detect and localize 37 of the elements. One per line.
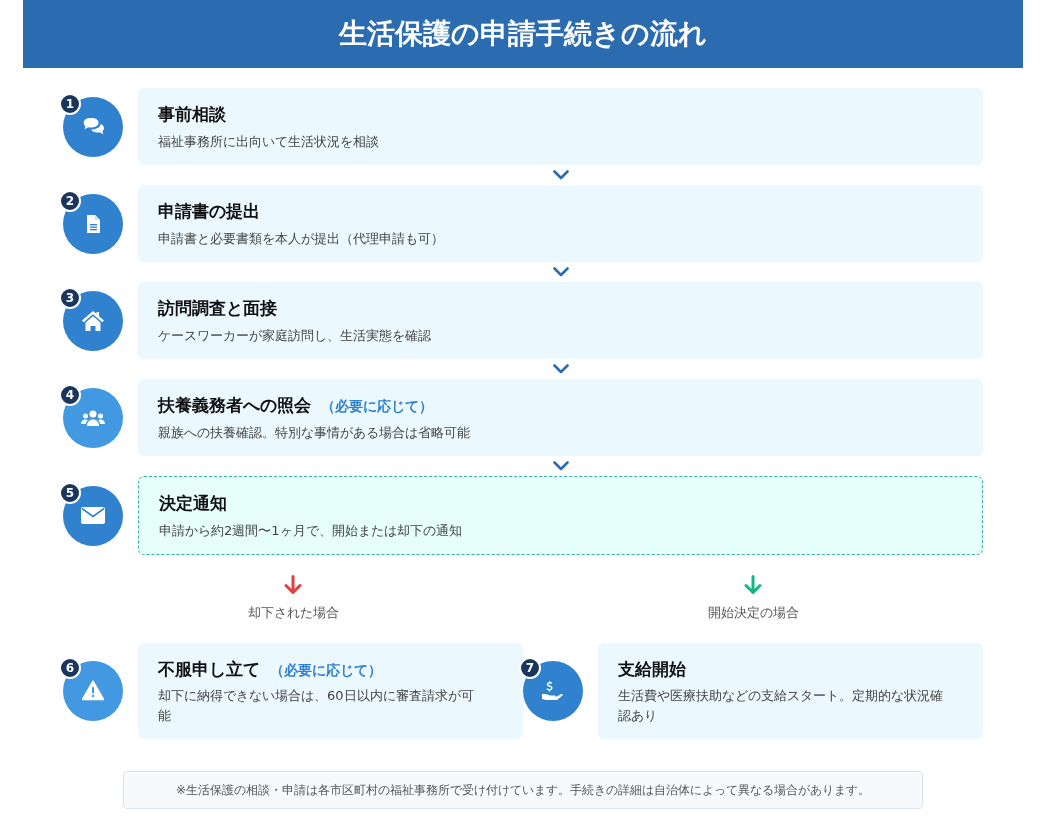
branch-label: 却下された場合 — [247, 604, 339, 622]
step-description: 申請から約2週間〜1ヶ月で、開始または却下の通知 — [159, 521, 463, 540]
step-description: 福祉事務所に出向いて生活状況を相談 — [158, 132, 380, 151]
step-number-badge: 7 — [519, 656, 541, 679]
chevron-down-icon — [552, 170, 569, 180]
step-number-badge: 1 — [59, 92, 81, 115]
step-title: 申請書の提出 — [158, 201, 260, 221]
warning-icon — [82, 680, 104, 702]
chevron-down-icon — [552, 267, 569, 277]
step-description: ケースワーカーが家庭訪問し、生活実態を確認 — [158, 326, 432, 345]
step-number-badge: 6 — [59, 656, 81, 679]
step-description: 生活費や医療扶助などの支給スタート。定期的な状況確認あり — [618, 687, 943, 725]
chevron-down-icon — [552, 461, 569, 471]
people-icon — [81, 409, 105, 426]
page-title: 生活保護の申請手続きの流れ — [339, 16, 707, 52]
step-number-badge: 5 — [59, 481, 81, 504]
step-note: （必要に応じて） — [321, 398, 433, 414]
step-note: （必要に応じて） — [270, 661, 382, 678]
step-description: 親族への扶養確認。特別な事情がある場合は省略可能 — [158, 423, 471, 442]
step-title: 支給開始 — [618, 658, 686, 679]
step-title: 不服申し立て — [158, 658, 260, 679]
step-number-badge: 2 — [59, 189, 81, 212]
step-title: 訪問調査と面接 — [158, 298, 277, 318]
step-title: 事前相談 — [158, 104, 226, 124]
step-description: 却下に納得できない場合は、60日以内に審査請求が可能 — [158, 687, 475, 725]
house-icon — [81, 309, 105, 332]
footnote: ※生活保護の相談・申請は各市区町村の福祉事務所で受け付けています。手続きの詳細は自治体によって異なる場合があります。 — [123, 771, 923, 809]
step-title: 扶養義務者への照会 — [158, 395, 311, 415]
document-icon — [85, 214, 101, 233]
step-description: 申請書と必要書類を本人が提出（代理申請も可） — [158, 229, 445, 248]
envelope-icon — [81, 507, 105, 524]
step-number-badge: 3 — [59, 286, 81, 309]
hand-dollar-icon — [542, 680, 564, 702]
step-title: 決定通知 — [159, 493, 227, 513]
chevron-down-icon — [552, 364, 569, 374]
branch-label: 開始決定の場合 — [707, 604, 799, 622]
step-number-badge: 4 — [59, 383, 81, 406]
